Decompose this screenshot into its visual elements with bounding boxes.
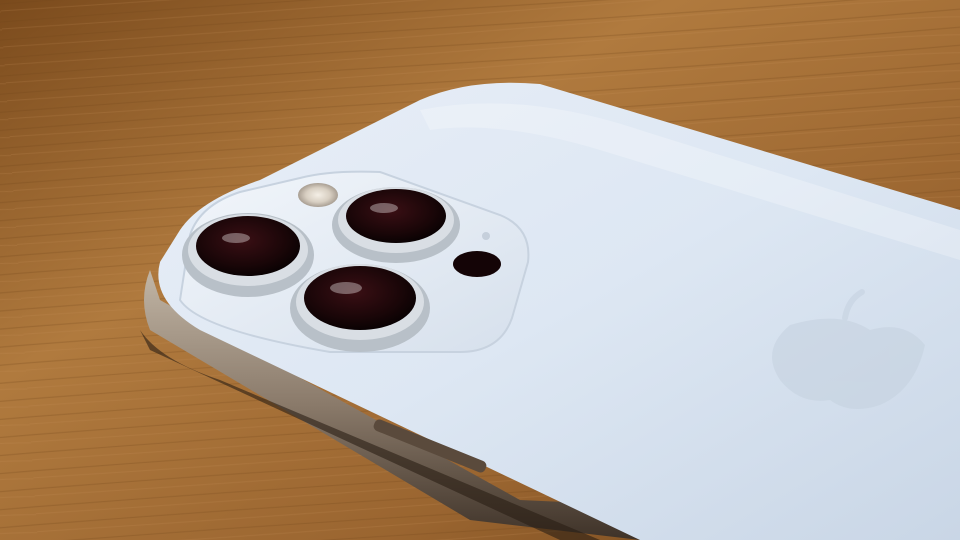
- microphone-hole-icon: [482, 232, 490, 240]
- lidar-sensor-icon: [453, 251, 501, 277]
- camera-lens-icon: [182, 213, 314, 297]
- photo-scene: [0, 0, 960, 540]
- photo-canvas: [0, 0, 960, 540]
- camera-lens-icon: [290, 264, 430, 352]
- flash-icon: [298, 183, 338, 207]
- camera-lens-icon: [332, 187, 460, 263]
